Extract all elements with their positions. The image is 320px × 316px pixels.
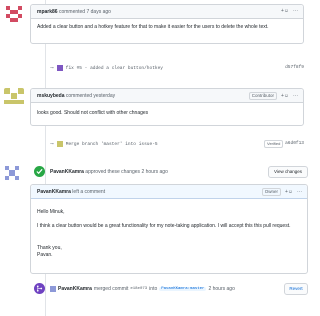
view-changes-button[interactable]: View changes — [268, 166, 308, 178]
comment-thanks: Thank you, — [37, 245, 62, 251]
review-author[interactable]: PavanKKamra — [50, 169, 84, 175]
verified-badge[interactable]: Verified — [264, 140, 284, 148]
merge-time[interactable]: 2 hours ago — [208, 286, 234, 292]
approved-check-icon — [34, 166, 45, 177]
commit-sha[interactable]: d57f8f9 — [285, 65, 304, 70]
review-summary: PavanKKamra approved these changes 2 hou… — [50, 169, 168, 175]
merge-sha[interactable]: e18e073 — [130, 287, 147, 291]
commit-sha[interactable]: a6d0f13 — [285, 141, 304, 146]
merge-summary: PavanKKamra merged commit e18e073 into P… — [50, 286, 235, 292]
merged-icon — [34, 283, 45, 294]
comment-header: PavanKKamra left a comment Owner +☺ ··· — [31, 185, 307, 199]
owner-badge: Owner — [261, 188, 281, 196]
contributor-badge: Contributor — [248, 92, 277, 100]
add-reaction-icon[interactable]: +☺ — [281, 8, 289, 14]
merge-author[interactable]: PavanKKamra — [58, 286, 92, 292]
comment-meta[interactable]: commented yesterday — [66, 93, 115, 99]
comment-mskuybeda: mskuybeda commented yesterday Contributo… — [30, 88, 304, 126]
avatar-pavankkamra[interactable] — [4, 165, 20, 181]
commit-message[interactable]: fix #5 - added a clear button/hotkey — [66, 66, 163, 71]
comment-author[interactable]: mpark86 — [37, 9, 58, 15]
more-options-icon[interactable]: ··· — [293, 93, 298, 99]
comment-pavankkamra: PavanKKamra left a comment Owner +☺ ··· … — [30, 184, 308, 274]
comment-header: mskuybeda commented yesterday Contributo… — [31, 89, 303, 103]
comment-mpark86: mpark86 commented 7 days ago +☺ ··· Adde… — [30, 4, 304, 44]
revert-button[interactable]: Revert — [284, 283, 308, 295]
comment-author[interactable]: mskuybeda — [37, 93, 65, 99]
comment-body: looks good. Should not conflict with oth… — [37, 110, 149, 116]
avatar-mpark86[interactable] — [4, 4, 24, 24]
commit-row: ⊸ fix #5 - added a clear button/hotkey — [50, 65, 304, 71]
add-reaction-icon[interactable]: +☺ — [281, 93, 289, 99]
commit-author-avatar[interactable] — [56, 141, 63, 147]
review-text: approved these changes 2 hours ago — [85, 169, 168, 175]
commit-message[interactable]: Merge branch 'master' into issue-5 — [66, 142, 158, 147]
more-options-icon[interactable]: ··· — [293, 8, 298, 14]
commit-author-avatar[interactable] — [56, 65, 63, 71]
comment-body: I think a clear button would be a great … — [37, 223, 291, 229]
commit-icon: ⊸ — [50, 141, 54, 146]
add-reaction-icon[interactable]: +☺ — [285, 189, 293, 195]
commit-icon: ⊸ — [50, 65, 54, 70]
comment-greeting: Hello Minuk, — [37, 209, 65, 215]
comment-meta[interactable]: left a comment — [72, 189, 105, 195]
more-options-icon[interactable]: ··· — [297, 189, 302, 195]
merge-author-avatar[interactable] — [50, 286, 56, 292]
comment-header: mpark86 commented 7 days ago +☺ ··· — [31, 5, 303, 19]
avatar-mskuybeda[interactable] — [4, 88, 24, 108]
merge-text: merged commit — [93, 286, 129, 292]
comment-signature: Pavan. — [37, 252, 53, 258]
merge-into: into — [149, 286, 158, 292]
merge-branch[interactable]: PavanKKamra:master — [159, 287, 207, 291]
comment-meta[interactable]: commented 7 days ago — [59, 9, 111, 15]
comment-author[interactable]: PavanKKamra — [37, 189, 71, 195]
commit-row: ⊸ Merge branch 'master' into issue-5 — [50, 141, 158, 147]
comment-body: Added a clear button and a hotkey featur… — [37, 24, 269, 30]
